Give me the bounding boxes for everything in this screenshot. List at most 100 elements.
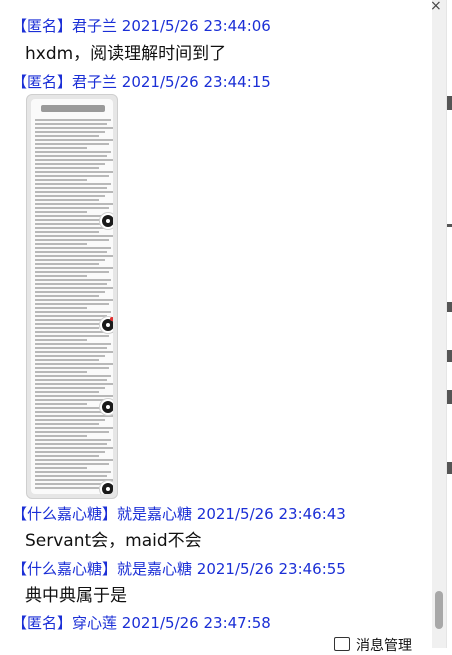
preview-text-line xyxy=(35,339,87,341)
preview-text-line xyxy=(35,179,87,181)
scrollbar-thumb[interactable] xyxy=(435,591,443,629)
message-text[interactable]: hxdm，阅读理解时间到了 xyxy=(25,43,226,65)
preview-text-line xyxy=(35,435,87,437)
message-header: 【什么嘉心糖】就是嘉心糖 2021/5/26 23:46:55 xyxy=(12,559,346,579)
message-manager-icon xyxy=(334,637,350,651)
message-time: 2021/5/26 23:46:55 xyxy=(196,560,346,578)
preview-text-line xyxy=(35,119,111,121)
preview-text-line xyxy=(35,375,111,377)
vertical-scrollbar[interactable] xyxy=(432,0,446,648)
preview-text-line xyxy=(35,351,113,353)
side-panel-fragment xyxy=(447,390,452,404)
preview-text-line xyxy=(35,479,113,481)
preview-text-line xyxy=(35,443,107,445)
preview-text-line xyxy=(35,355,105,357)
preview-text-line xyxy=(35,431,109,433)
record-icon xyxy=(100,481,113,494)
preview-text-line xyxy=(35,235,113,237)
preview-text-line xyxy=(35,283,107,285)
preview-text-line xyxy=(35,151,111,153)
preview-text-line xyxy=(35,423,99,425)
preview-text-line xyxy=(35,279,111,281)
preview-text-line xyxy=(35,475,107,477)
preview-text-line xyxy=(35,159,113,161)
sender-name[interactable]: 【匿名】君子兰 xyxy=(12,73,117,91)
preview-text-line xyxy=(35,471,111,473)
preview-text-line xyxy=(35,403,87,405)
preview-text-line xyxy=(35,347,107,349)
preview-text-line xyxy=(35,255,113,257)
preview-title-bar xyxy=(41,105,105,112)
preview-text-line xyxy=(35,175,109,177)
message-text[interactable]: Servant会，maid不会 xyxy=(25,530,202,552)
sender-name[interactable]: 【什么嘉心糖】就是嘉心糖 xyxy=(12,505,192,523)
preview-text-line xyxy=(35,459,113,461)
preview-text-line xyxy=(35,207,109,209)
close-icon[interactable]: × xyxy=(430,0,442,13)
preview-text-line xyxy=(35,143,109,145)
preview-text-line xyxy=(35,419,105,421)
preview-text-line xyxy=(35,239,109,241)
preview-text-line xyxy=(35,287,113,289)
preview-text-line xyxy=(35,155,107,157)
preview-text-line xyxy=(35,411,107,413)
chat-history: 【匿名】君子兰 2021/5/26 23:44:06 hxdm，阅读理解时间到了… xyxy=(0,0,432,648)
preview-text-line xyxy=(35,227,105,229)
side-panel-fragment xyxy=(447,224,452,227)
preview-text-line xyxy=(35,195,105,197)
sender-name[interactable]: 【匿名】穿心莲 xyxy=(12,614,117,632)
preview-text-line xyxy=(35,247,111,249)
preview-text-line xyxy=(35,315,107,317)
preview-text-line xyxy=(35,267,113,269)
message-manager-button[interactable]: 消息管理 xyxy=(334,637,412,655)
image-attachment[interactable] xyxy=(26,94,118,499)
preview-text-line xyxy=(35,387,105,389)
preview-text-line xyxy=(35,367,109,369)
preview-text-line xyxy=(35,391,99,393)
sender-name[interactable]: 【什么嘉心糖】就是嘉心糖 xyxy=(12,560,192,578)
preview-text-line xyxy=(35,167,99,169)
preview-text-line xyxy=(35,299,113,301)
preview-text-line xyxy=(35,395,113,397)
preview-text-line xyxy=(35,483,105,485)
preview-text-line xyxy=(35,307,87,309)
message-header: 【匿名】穿心莲 2021/5/26 23:47:58 xyxy=(12,613,271,633)
message-time: 2021/5/26 23:44:06 xyxy=(121,17,271,35)
preview-text-line xyxy=(35,451,105,453)
preview-text-line xyxy=(35,295,99,297)
preview-text-line xyxy=(35,331,113,333)
preview-text-line xyxy=(35,399,109,401)
preview-text-line xyxy=(35,215,111,217)
preview-text-line xyxy=(35,259,105,261)
preview-text-line xyxy=(35,203,113,205)
preview-text-line xyxy=(35,251,107,253)
preview-text-line xyxy=(35,123,107,125)
notification-dot xyxy=(110,317,113,321)
preview-text-line xyxy=(35,127,113,129)
side-panel-fragment xyxy=(447,96,452,110)
preview-text-line xyxy=(35,363,113,365)
record-icon xyxy=(100,213,113,229)
preview-text-line xyxy=(35,463,109,465)
preview-text-line xyxy=(35,171,113,173)
preview-text-line xyxy=(35,271,109,273)
preview-text-line xyxy=(35,343,111,345)
preview-text-line xyxy=(35,139,113,141)
message-time: 2021/5/26 23:47:58 xyxy=(121,614,271,632)
preview-text-line xyxy=(35,383,113,385)
message-manager-label: 消息管理 xyxy=(356,638,412,654)
sender-name[interactable]: 【匿名】君子兰 xyxy=(12,17,117,35)
preview-text-line xyxy=(35,263,99,265)
preview-text-line xyxy=(35,467,87,469)
preview-text-line xyxy=(35,427,113,429)
side-panel-fragment xyxy=(447,350,452,362)
preview-text-line xyxy=(35,291,105,293)
message-text[interactable]: 典中典属于是 xyxy=(25,585,127,607)
preview-text-line xyxy=(35,487,99,489)
preview-text-line xyxy=(35,371,87,373)
preview-text-line xyxy=(35,415,113,417)
preview-text-line xyxy=(35,199,99,201)
preview-text-line xyxy=(35,335,109,337)
preview-text-line xyxy=(35,323,105,325)
preview-text-line xyxy=(35,135,99,137)
